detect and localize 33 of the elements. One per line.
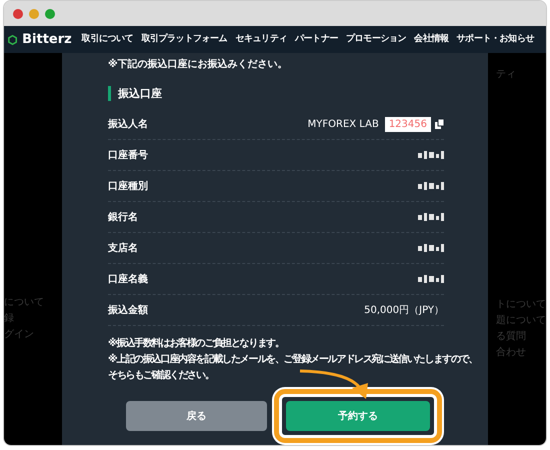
notice-text: ※下記の振込口座にお振込みください。 [108,57,289,72]
redacted-value-drawing [418,213,444,221]
field-label: 口座名義 [108,272,148,286]
reference-code: 123456 [384,116,431,132]
window-control-button[interactable] [13,8,23,18]
field-value: MYFOREX LAB [308,118,379,132]
nav-link[interactable]: パートナー [294,32,338,46]
field-value: 50,000円（JPY） [364,304,444,318]
redacted-value-drawing [418,275,444,283]
redacted-value-drawing [418,244,444,252]
field-label: 銀行名 [108,210,138,224]
curved-arrow [300,370,368,399]
brand-name[interactable]: Bitterz [22,30,72,50]
section-title: 振込口座 [108,86,444,101]
field-label: 口座種別 [108,179,148,194]
field-label: 支店名 [108,241,138,256]
redacted-value-drawing [418,182,444,190]
copy-icon[interactable] [435,119,444,129]
nav-link[interactable]: 取引プラットフォーム [141,32,228,46]
nav-link[interactable]: サポート・お知らせ [456,32,534,46]
back-button[interactable]: 戻る [126,401,267,431]
nav-link[interactable]: 取引について [82,32,134,46]
nav-link[interactable]: セキュリティ [235,32,287,46]
field-label: 口座番号 [108,148,148,162]
nav-link[interactable]: プロモーション [346,32,406,46]
note-text: ※振込手数料はお客様のご負担となります。 [108,336,285,351]
field-label: 振込金額 [108,304,148,318]
window-control-button[interactable] [45,8,55,18]
background-text: ティ [496,68,517,82]
field-label: 振込人名 [108,118,148,132]
nav-link[interactable]: 会社情報 [414,32,449,46]
redacted-value-drawing [418,151,444,159]
note-text: ※上記の振込口座内容を記載したメールを、ご登録メールアドレス宛に送信いたしますので、そちらもご確認ください。 [108,352,478,383]
